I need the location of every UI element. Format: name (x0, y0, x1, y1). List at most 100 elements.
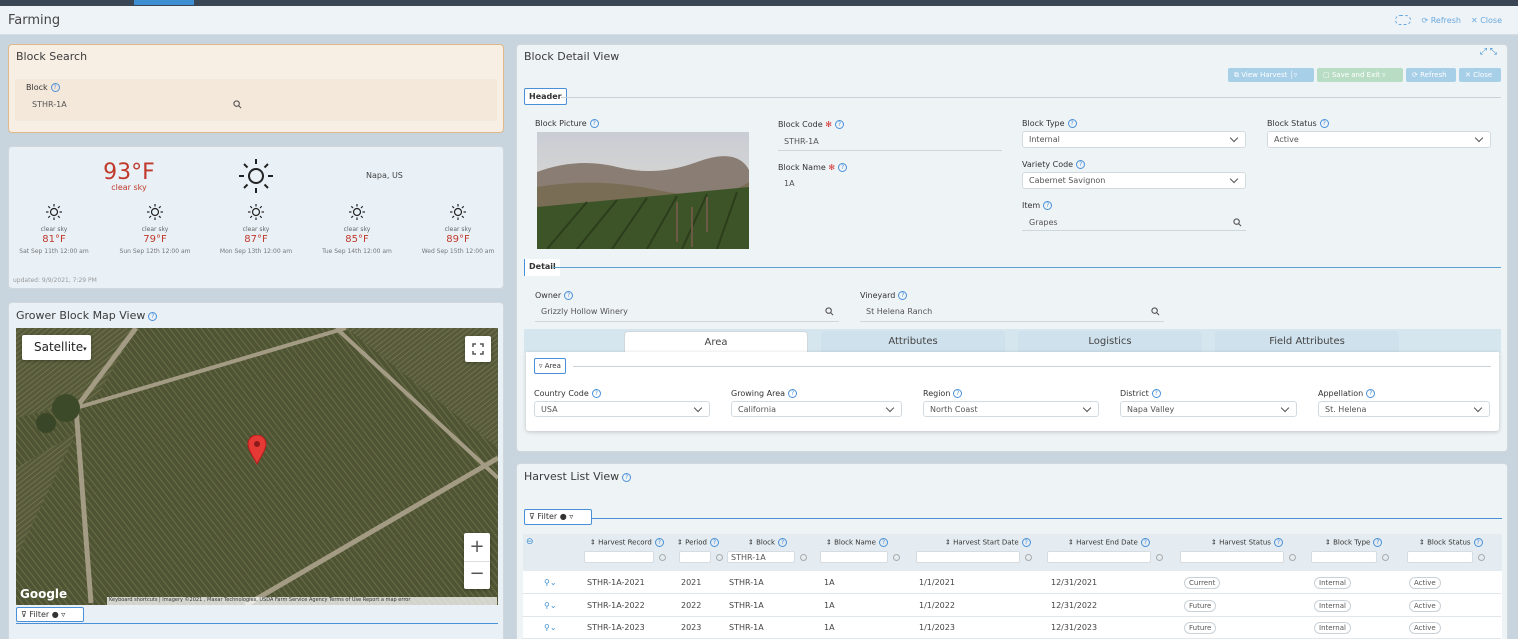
harvest-filter-button[interactable]: ⊽ Filter ● ▿ (524, 509, 592, 525)
expand-icon[interactable]: ⤢ ⤡ (1480, 47, 1497, 57)
map-pin-icon[interactable] (247, 435, 267, 465)
block-type-select[interactable]: Internal (1022, 131, 1246, 148)
growing-area-select[interactable]: California (731, 401, 902, 417)
column-filter-input[interactable] (1311, 551, 1377, 563)
search-icon[interactable] (1151, 307, 1160, 316)
appellation-select[interactable]: St. Helena (1318, 401, 1490, 417)
filter-mode-radio[interactable] (1289, 554, 1296, 561)
collapse-all-icon[interactable]: ⊖ (526, 537, 534, 547)
help-icon[interactable]: ? (1043, 201, 1053, 210)
column-filter-input[interactable]: STHR-1A (727, 551, 795, 563)
row-action-icon[interactable]: ⚲⌄ (544, 623, 557, 632)
help-icon[interactable]: ? (1273, 538, 1283, 547)
help-icon[interactable]: ? (622, 472, 632, 482)
filter-mode-radio[interactable] (1382, 554, 1389, 561)
block-code-field[interactable]: STHR-1A (784, 137, 819, 146)
search-icon[interactable] (825, 307, 834, 316)
zoom-out-button[interactable]: − (464, 561, 490, 589)
district-select[interactable]: Napa Valley (1120, 401, 1297, 417)
column-header[interactable]: ⇕ Block? (748, 538, 788, 547)
search-icon[interactable] (1233, 218, 1242, 227)
table-cell-name: 1A (824, 578, 835, 587)
detail-refresh-button[interactable]: ⟳ Refresh (1406, 68, 1456, 82)
tab-attributes[interactable]: Attributes (821, 331, 1005, 353)
column-header[interactable]: ⇕ Period? (677, 538, 719, 547)
active-app-tab[interactable] (134, 0, 194, 5)
tab-area[interactable]: Area (624, 331, 808, 353)
block-name-field[interactable]: 1A (784, 179, 795, 188)
filter-mode-radio[interactable] (893, 554, 900, 561)
filter-mode-radio[interactable] (716, 554, 723, 561)
view-harvest-button[interactable]: ⧉ View Harvest │▿ (1228, 68, 1314, 82)
variety-code-select[interactable]: Cabernet Savignon (1022, 172, 1246, 189)
row-action-icon[interactable]: ⚲⌄ (544, 578, 557, 587)
column-header[interactable]: ⇕ Block Name? (826, 538, 888, 547)
tab-field-attributes[interactable]: Field Attributes (1215, 331, 1399, 353)
help-icon[interactable]: ? (50, 83, 60, 92)
help-icon[interactable]: ? (1373, 538, 1383, 547)
column-header[interactable]: ⇕ Harvest Status? (1211, 538, 1283, 547)
item-field[interactable]: Grapes (1029, 218, 1058, 227)
appellation-label: Appellation (1318, 389, 1364, 398)
save-exit-button[interactable]: ▢ Save and Exit ▿ (1317, 68, 1403, 82)
column-filter-input[interactable] (584, 551, 654, 563)
vineyard-field[interactable]: St Helena Ranch (866, 307, 932, 316)
column-header[interactable]: ⇕ Harvest End Date? (1068, 538, 1150, 547)
help-icon[interactable]: ? (788, 389, 798, 398)
column-header[interactable]: ⇕ Block Type? (1325, 538, 1383, 547)
help-icon[interactable]: ? (953, 389, 963, 398)
country-code-select[interactable]: USA (534, 401, 710, 417)
help-icon[interactable]: ? (589, 119, 599, 128)
help-icon[interactable]: ? (1140, 538, 1150, 547)
column-filter-input[interactable] (1407, 551, 1473, 563)
help-icon[interactable]: ? (898, 291, 908, 300)
area-group-toggle[interactable]: ▿ Area (534, 358, 566, 374)
filter-mode-radio[interactable] (1025, 554, 1032, 561)
chevron-down-icon (1474, 133, 1484, 143)
column-filter-input[interactable] (679, 551, 711, 563)
help-icon[interactable]: ? (1151, 389, 1161, 398)
help-icon[interactable]: ? (654, 538, 664, 547)
column-filter-input[interactable] (1047, 551, 1151, 563)
filter-mode-radio[interactable] (1478, 554, 1485, 561)
search-icon[interactable] (233, 100, 242, 109)
help-icon[interactable]: ? (1319, 119, 1329, 128)
map-filter-button[interactable]: ⊽ Filter ● ▿ (16, 607, 84, 622)
help-icon[interactable]: ? (564, 291, 574, 300)
column-filter-input[interactable] (916, 551, 1020, 563)
help-icon[interactable]: ? (878, 538, 888, 547)
tab-logistics[interactable]: Logistics (1018, 331, 1202, 353)
help-icon[interactable]: ? (1076, 160, 1086, 169)
column-filter-input[interactable] (1180, 551, 1284, 563)
close-button[interactable]: ✕ Close (1471, 16, 1502, 25)
map-type-select[interactable]: Satellite▾ (22, 335, 91, 360)
detail-close-button[interactable]: ✕ Close (1459, 68, 1501, 82)
filter-mode-radio[interactable] (800, 554, 807, 561)
filter-mode-radio[interactable] (1156, 554, 1163, 561)
refresh-button[interactable]: ⟳ Refresh (1421, 16, 1460, 25)
column-header[interactable]: ⇕ Harvest Start Date? (945, 538, 1031, 547)
help-icon[interactable]: ? (838, 163, 848, 172)
help-icon[interactable]: ? (778, 538, 788, 547)
forecast-temp: 79°F (143, 234, 167, 245)
column-header[interactable]: ⇕ Block Status? (1419, 538, 1483, 547)
fullscreen-button[interactable] (465, 336, 491, 362)
zoom-in-button[interactable]: + (464, 533, 490, 561)
help-icon[interactable]: ? (1067, 119, 1077, 128)
satellite-map[interactable] (16, 328, 498, 605)
help-icon[interactable]: ? (1366, 389, 1376, 398)
column-filter-input[interactable] (820, 551, 888, 563)
help-icon[interactable]: ? (1021, 538, 1031, 547)
column-header[interactable]: ⇕ Harvest Record? (590, 538, 664, 547)
row-action-icon[interactable]: ⚲⌄ (544, 601, 557, 610)
help-icon[interactable]: ? (1473, 538, 1483, 547)
help-icon[interactable]: ? (834, 120, 844, 129)
block-status-select[interactable]: Active (1267, 131, 1491, 148)
block-search-input[interactable]: STHR-1A (32, 100, 67, 109)
owner-field[interactable]: Grizzly Hollow Winery (541, 307, 628, 316)
filter-mode-radio[interactable] (659, 554, 666, 561)
help-icon[interactable]: ? (591, 389, 601, 398)
help-icon[interactable]: ? (148, 311, 158, 321)
help-icon[interactable]: ? (709, 538, 719, 547)
region-select[interactable]: North Coast (923, 401, 1099, 417)
